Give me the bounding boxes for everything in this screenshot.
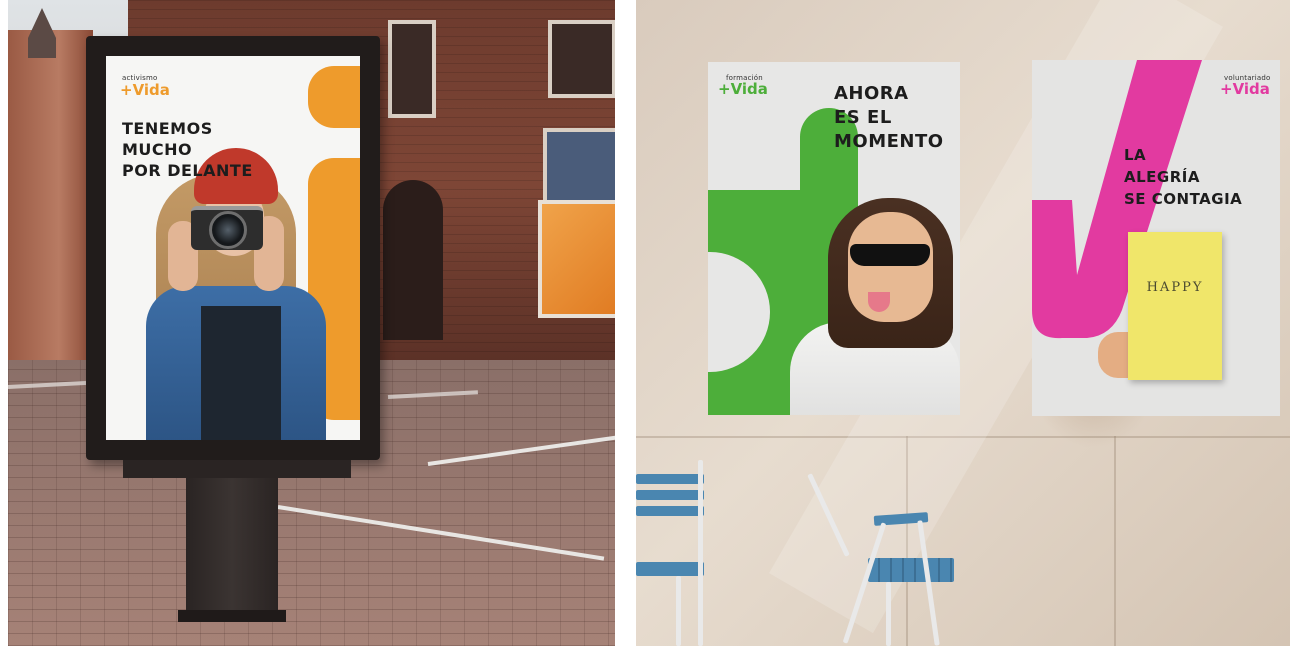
chair-seat [868, 558, 954, 582]
building-window [388, 20, 436, 118]
headline-line: LA [1124, 146, 1147, 164]
shop-window [538, 200, 615, 318]
headline-line: TENEMOS [122, 119, 213, 138]
street-billboard-photo: activismo +Vida TENEMOS MUCHO POR DELANT… [8, 0, 615, 646]
chair-seat [636, 562, 704, 576]
brand-logo: +Vida [120, 81, 170, 99]
voluntariado-poster: HAPPY voluntariado +Vida LA ALEGRÍA SE C… [1032, 60, 1280, 416]
brand-logo: +Vida [718, 80, 768, 98]
camera-lens [209, 211, 247, 249]
chair-slat [636, 490, 704, 500]
headline-line: MUCHO [122, 140, 193, 159]
chair-leg [698, 460, 703, 646]
activismo-poster: activismo +Vida TENEMOS MUCHO POR DELANT… [106, 56, 360, 440]
headline-line: MOMENTO [834, 131, 944, 152]
poster-headline: TENEMOS MUCHO POR DELANTE [122, 118, 253, 181]
chair-leg [886, 582, 891, 646]
poster-headline: LA ALEGRÍA SE CONTAGIA [1124, 144, 1242, 210]
building-window [543, 128, 615, 206]
left-building [8, 30, 93, 360]
wall-posters-photo: formación +Vida AHORA ES EL MOMENTO HAPP… [636, 0, 1290, 646]
formacion-poster: formación +Vida AHORA ES EL MOMENTO [708, 62, 960, 415]
happy-card: HAPPY [1128, 232, 1222, 380]
girl-shirt [201, 306, 281, 440]
archway [383, 180, 443, 340]
guy-face [848, 212, 933, 322]
billboard-base [123, 460, 351, 478]
chair-leg [676, 576, 681, 646]
happy-card-text: HAPPY [1146, 280, 1204, 295]
billboard-post [186, 478, 278, 618]
poster-headline: AHORA ES EL MOMENTO [834, 82, 944, 154]
wall-seam [1114, 436, 1116, 646]
orange-i-dot [308, 66, 360, 128]
headline-line: POR DELANTE [122, 161, 253, 180]
headline-line: ES EL [834, 107, 892, 128]
headline-line: AHORA [834, 83, 909, 104]
sunglasses [850, 244, 930, 266]
chair-slat [636, 474, 704, 484]
brand-logo: +Vida [1220, 80, 1270, 98]
headline-line: SE CONTAGIA [1124, 190, 1243, 208]
headline-line: ALEGRÍA [1124, 168, 1200, 186]
billboard-foot [178, 610, 286, 622]
building-window [548, 20, 615, 98]
chair-slat [636, 506, 704, 516]
